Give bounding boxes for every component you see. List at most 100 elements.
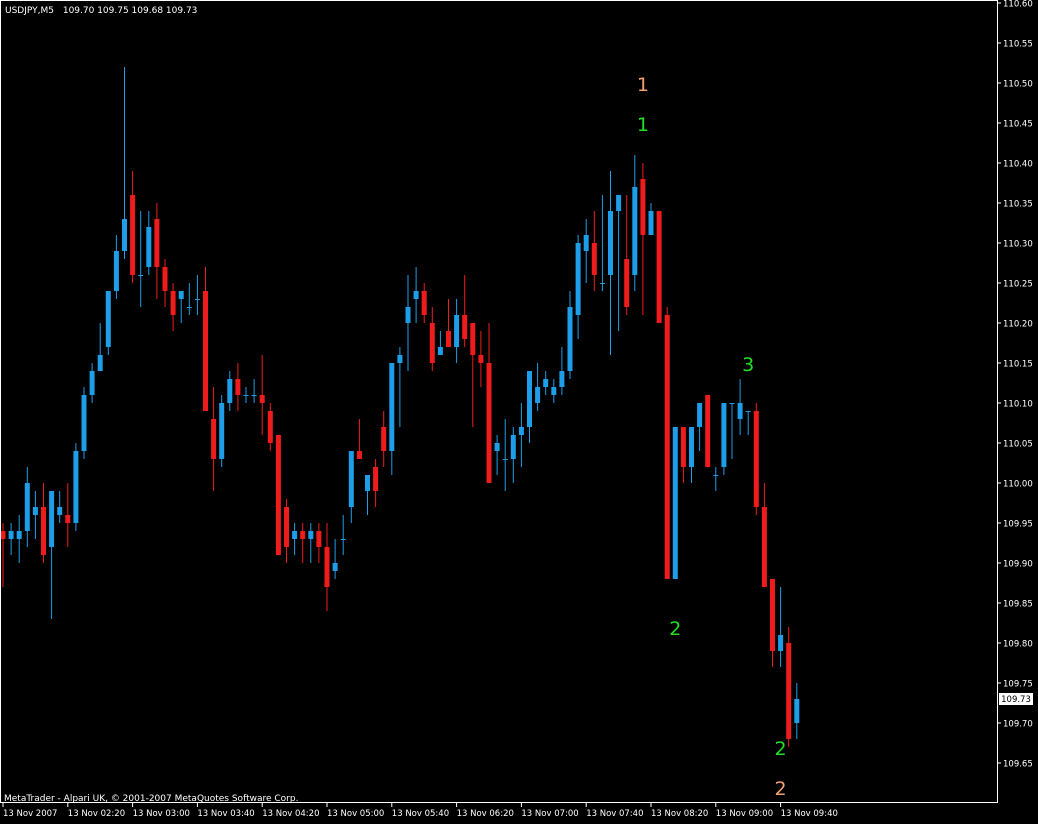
candle-body bbox=[122, 219, 127, 251]
candle-body bbox=[737, 403, 743, 419]
candle bbox=[705, 395, 711, 467]
candle-body bbox=[567, 307, 573, 371]
candle-body bbox=[478, 355, 484, 363]
y-tick-label: 110.20 bbox=[1003, 320, 1033, 330]
candle-body bbox=[65, 515, 71, 523]
candle-body bbox=[267, 411, 273, 443]
candle-body bbox=[437, 347, 443, 355]
candle bbox=[672, 427, 678, 579]
candle-body bbox=[616, 195, 622, 211]
candle-body bbox=[608, 211, 613, 275]
candle-body bbox=[559, 371, 565, 387]
candle-body bbox=[259, 395, 265, 403]
candle-body bbox=[518, 427, 524, 435]
candle-body bbox=[170, 291, 176, 315]
candle-body bbox=[462, 315, 468, 339]
candle-body bbox=[405, 307, 411, 323]
candle-body bbox=[786, 643, 792, 739]
y-tick-label: 109.70 bbox=[1003, 720, 1033, 730]
y-tick-label: 109.75 bbox=[1003, 680, 1033, 690]
candle-body bbox=[535, 387, 541, 403]
candle-body bbox=[113, 251, 119, 291]
candle-body bbox=[194, 299, 200, 300]
wave-label: 1 bbox=[637, 74, 649, 96]
candle-body bbox=[186, 307, 192, 308]
wave-label: 2 bbox=[669, 618, 681, 640]
candle-body bbox=[599, 283, 605, 284]
candle-body bbox=[8, 531, 14, 539]
symbol-label: USDJPY,M5 bbox=[5, 6, 54, 16]
chart-background bbox=[0, 0, 1038, 824]
candle-body bbox=[664, 315, 670, 579]
candle-body bbox=[284, 507, 289, 547]
candle-body bbox=[275, 435, 281, 555]
candle-body bbox=[324, 547, 330, 587]
candle-body bbox=[770, 579, 775, 651]
candle-body bbox=[292, 531, 298, 539]
y-tick-label: 109.90 bbox=[1003, 560, 1033, 570]
candle-body bbox=[340, 539, 346, 540]
copyright-text: MetaTrader - Alpari UK, © 2001-2007 Meta… bbox=[4, 794, 298, 804]
candle-body bbox=[778, 635, 784, 651]
x-tick-label: 13 Nov 03:00 bbox=[133, 809, 190, 819]
wave-label: 2 bbox=[775, 738, 787, 760]
candle-body bbox=[697, 403, 703, 427]
y-tick-label: 110.35 bbox=[1003, 200, 1033, 210]
candle-body bbox=[470, 323, 476, 355]
candle bbox=[275, 435, 281, 555]
candle-body bbox=[745, 411, 751, 412]
candle bbox=[786, 627, 792, 747]
y-tick-label: 110.50 bbox=[1003, 80, 1033, 90]
candle-body bbox=[583, 235, 589, 251]
candle-body bbox=[527, 371, 532, 427]
candle-body bbox=[656, 211, 662, 323]
x-tick-label: 13 Nov 07:00 bbox=[521, 809, 578, 819]
y-tick-label: 109.80 bbox=[1003, 640, 1033, 650]
y-tick-label: 109.95 bbox=[1003, 520, 1033, 530]
candle bbox=[656, 211, 662, 323]
candle-body bbox=[397, 355, 403, 363]
candle-body bbox=[502, 459, 508, 460]
candle-body bbox=[316, 531, 322, 547]
candle-body bbox=[308, 531, 314, 539]
y-tick-label: 110.25 bbox=[1003, 280, 1033, 290]
candle-body bbox=[624, 259, 630, 307]
x-tick-label: 13 Nov 05:40 bbox=[392, 809, 449, 819]
candle-body bbox=[705, 395, 711, 467]
candle-body bbox=[57, 507, 63, 515]
candle-body bbox=[146, 227, 152, 267]
candle-body bbox=[640, 179, 646, 235]
candle-body bbox=[49, 491, 55, 547]
candle bbox=[664, 307, 670, 579]
candle-body bbox=[761, 507, 767, 587]
candle-body bbox=[348, 451, 354, 507]
candle-body bbox=[211, 419, 217, 459]
candle-body bbox=[81, 395, 87, 451]
y-tick-label: 110.55 bbox=[1003, 40, 1033, 50]
wave-label: 3 bbox=[742, 354, 754, 376]
candle bbox=[73, 443, 79, 531]
y-tick-label: 110.60 bbox=[1003, 0, 1033, 10]
y-tick-label: 110.10 bbox=[1003, 400, 1033, 410]
candle-body bbox=[429, 323, 435, 363]
candle-body bbox=[24, 483, 30, 531]
candle-body bbox=[154, 219, 160, 267]
candle-body bbox=[162, 267, 168, 291]
candle-body bbox=[73, 451, 79, 523]
candle bbox=[105, 291, 111, 355]
candle-body bbox=[130, 195, 136, 275]
x-tick-label: 13 Nov 07:40 bbox=[586, 809, 643, 819]
x-tick-label: 13 Nov 03:40 bbox=[197, 809, 254, 819]
price-chart[interactable]: 1 1 2 3 2 2 110.60 110.55 110.50 110.45 110.40 110… bbox=[0, 0, 1038, 824]
candle bbox=[81, 387, 87, 459]
candle-body bbox=[680, 427, 686, 467]
candle-body bbox=[243, 395, 249, 396]
y-tick-label: 109.85 bbox=[1003, 600, 1033, 610]
candle-body bbox=[543, 379, 549, 387]
candle-body bbox=[41, 507, 46, 555]
candle-body bbox=[138, 275, 144, 276]
candle-body bbox=[446, 331, 451, 347]
x-tick-label: 13 Nov 04:20 bbox=[262, 809, 319, 819]
svg-text:USDJPY,M5 109.70 109.75 10: USDJPY,M5 109.70 109.75 109.68 109.73 bbox=[5, 6, 197, 16]
candle-body bbox=[300, 531, 306, 539]
